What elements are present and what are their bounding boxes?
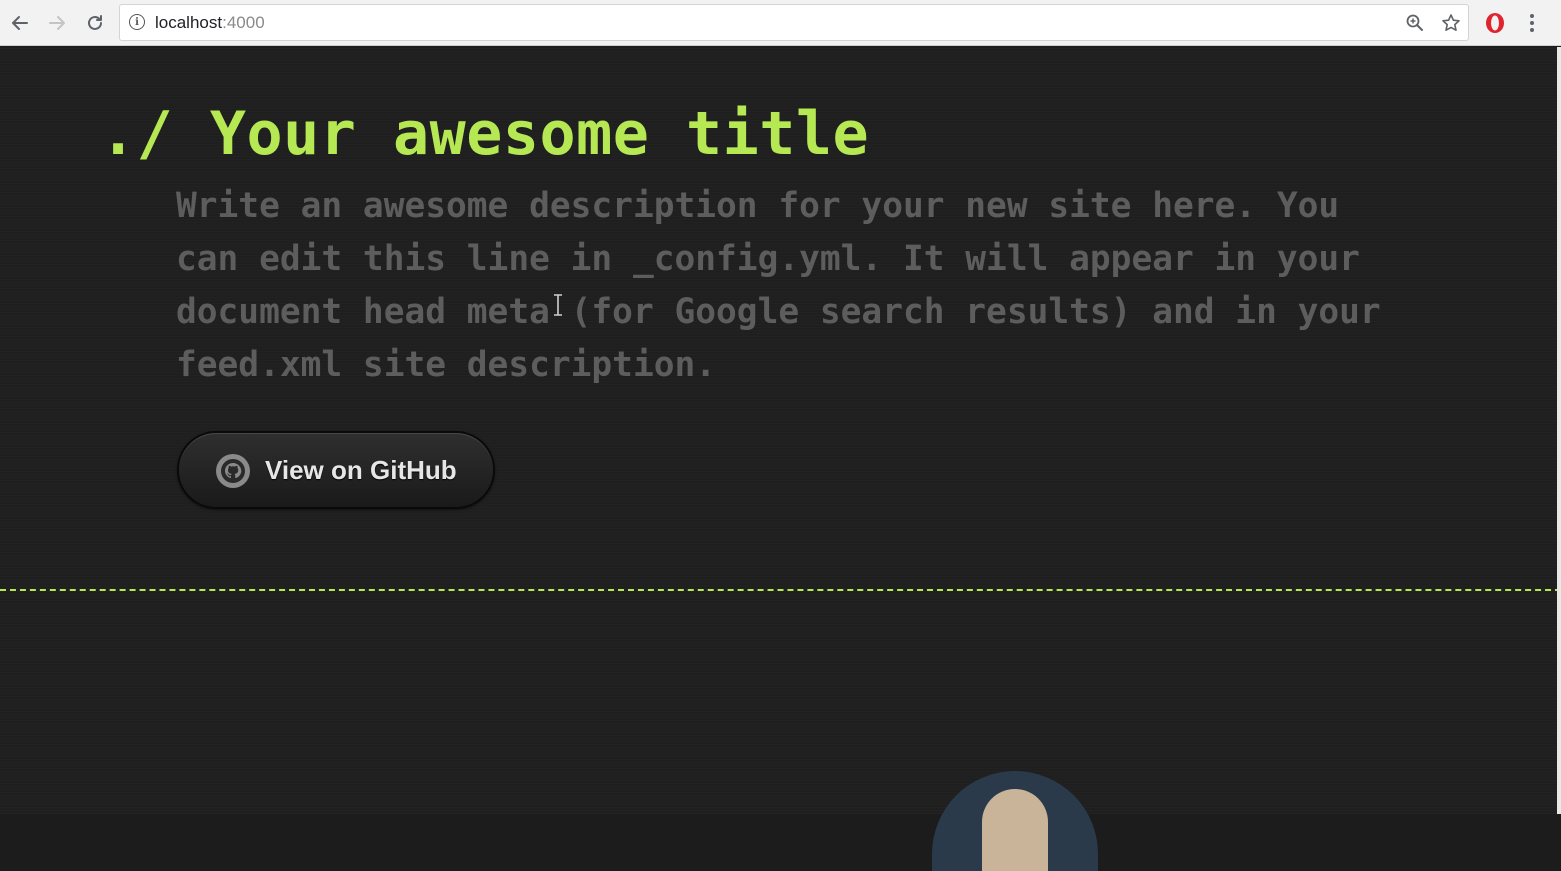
url-text[interactable]: localhost:4000 <box>155 13 265 33</box>
github-button-label: View on GitHub <box>265 455 457 485</box>
back-button[interactable] <box>7 10 33 36</box>
view-on-github-button[interactable]: View on GitHub <box>177 431 495 509</box>
dashed-divider <box>0 589 1561 591</box>
site-description: Write an awesome description for your ne… <box>176 186 1381 385</box>
browser-toolbar: i localhost:4000 <box>0 0 1561 46</box>
address-bar[interactable]: i localhost:4000 <box>119 4 1469 41</box>
github-octocat-icon <box>216 454 250 488</box>
kebab-menu-icon[interactable] <box>1520 11 1544 35</box>
text-cursor-icon <box>554 294 562 316</box>
reload-button[interactable] <box>82 10 108 36</box>
info-icon[interactable]: i <box>129 14 145 30</box>
url-port: :4000 <box>222 13 265 32</box>
star-icon[interactable] <box>1440 12 1462 34</box>
window-edge <box>1557 47 1561 814</box>
title-text: Your awesome title <box>209 99 870 169</box>
page-content: ./ Your awesome title Write an awesome d… <box>0 47 1561 871</box>
reload-icon <box>88 15 102 30</box>
opera-icon[interactable] <box>1483 11 1507 35</box>
url-host: localhost <box>155 13 223 32</box>
avatar <box>932 771 1098 871</box>
arrow-left-icon <box>12 16 28 30</box>
page-title: ./ Your awesome title <box>100 99 869 169</box>
arrow-right-icon <box>49 16 65 30</box>
zoom-icon[interactable] <box>1404 12 1426 34</box>
avatar-face <box>982 789 1048 871</box>
title-prefix: ./ <box>100 99 174 169</box>
forward-button[interactable] <box>44 10 70 36</box>
